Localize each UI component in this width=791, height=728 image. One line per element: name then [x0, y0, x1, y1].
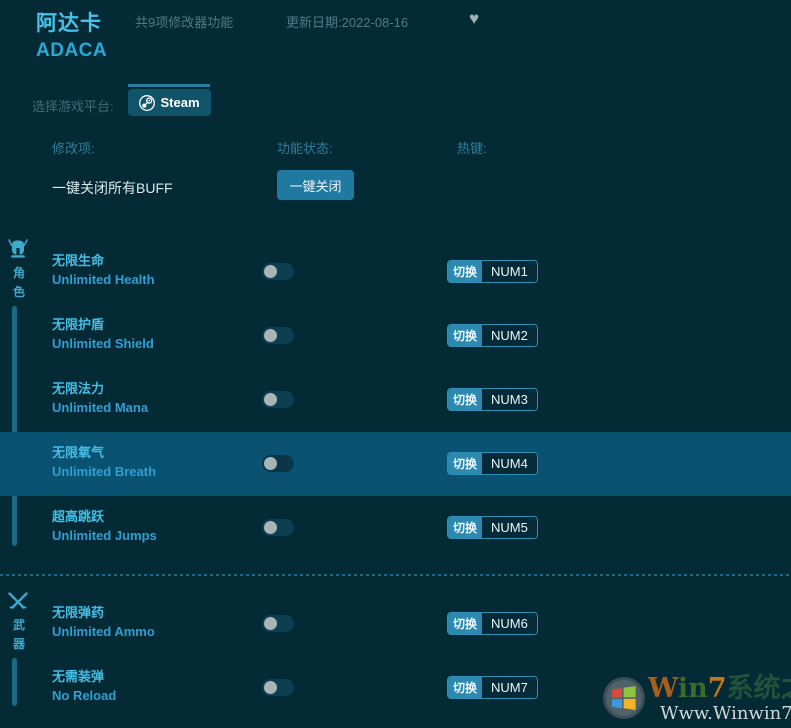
game-title-english: ADACA — [36, 40, 108, 61]
hotkey-key-label: NUM6 — [482, 613, 537, 634]
hotkey-key-label: NUM3 — [482, 389, 537, 410]
row-label-english: Unlimited Breath — [52, 464, 157, 479]
table-row[interactable]: 超高跳跃 Unlimited Jumps 切换 NUM5 — [0, 496, 791, 560]
toggle-knob — [264, 617, 277, 630]
row-labels: 无限护盾 Unlimited Shield — [52, 316, 154, 353]
hotkey-action-label: 切换 — [448, 325, 483, 346]
toggle-switch[interactable] — [262, 455, 294, 472]
row-label-english: Unlimited Jumps — [52, 528, 157, 543]
platform-steam-button[interactable]: Steam — [128, 89, 211, 116]
hotkey-key-label: NUM5 — [482, 517, 537, 538]
column-header-status: 功能状态: — [277, 141, 333, 156]
section-character: 角 色无限生命 Unlimited Health 切换 NUM1 无限护盾 Unlimit… — [0, 232, 791, 560]
hotkey-key-label: NUM2 — [482, 325, 537, 346]
hotkey-action-label: 切换 — [448, 453, 483, 474]
row-label-chinese: 无需装弹 — [52, 669, 105, 684]
hotkey-button[interactable]: 切换 NUM5 — [447, 516, 538, 539]
hotkey-button[interactable]: 切换 NUM2 — [447, 324, 538, 347]
table-row[interactable]: 无限法力 Unlimited Mana 切换 NUM3 — [0, 368, 791, 432]
row-label-chinese: 无限法力 — [52, 381, 105, 396]
platform-label: 选择游戏平台: — [32, 99, 114, 114]
toggle-knob — [264, 457, 277, 470]
watermark-brand-7: 7 — [707, 673, 727, 704]
hotkey-action-label: 切换 — [448, 517, 483, 538]
row-label-chinese: 无限氧气 — [52, 445, 105, 460]
modifier-app-window: 阿达卡 ADACA 共9项修改器功能 更新日期:2022-08-16 ♥ 选择游… — [0, 0, 791, 728]
feature-count-text: 共9项修改器功能 — [135, 15, 234, 30]
toggle-knob — [264, 521, 277, 534]
row-labels: 无限生命 Unlimited Health — [52, 252, 155, 289]
hotkey-key-label: NUM4 — [482, 453, 537, 474]
update-date-text: 更新日期:2022-08-16 — [286, 15, 409, 30]
row-label-chinese: 无限弹药 — [52, 605, 105, 620]
toggle-knob — [264, 265, 277, 278]
toggle-switch[interactable] — [262, 615, 294, 632]
onekey-disable-label: 一键关闭所有BUFF — [52, 180, 173, 196]
hotkey-button[interactable]: 切换 NUM4 — [447, 452, 538, 475]
hotkey-button[interactable]: 切换 NUM3 — [447, 388, 538, 411]
row-labels: 无限氧气 Unlimited Breath — [52, 444, 156, 481]
row-label-chinese: 无限护盾 — [52, 317, 105, 332]
heart-icon[interactable]: ♥ — [469, 10, 479, 27]
toggle-knob — [264, 681, 277, 694]
table-row[interactable]: 无限生命 Unlimited Health 切换 NUM1 — [0, 240, 791, 304]
toggle-switch[interactable] — [262, 679, 294, 696]
row-labels: 无需装弹 No Reload — [52, 668, 116, 705]
hotkey-action-label: 切换 — [448, 613, 483, 634]
hotkey-action-label: 切换 — [448, 261, 483, 282]
watermark-url: Www.Winwin7.com — [660, 703, 791, 724]
toggle-knob — [264, 329, 277, 342]
table-row[interactable]: 无限弹药 Unlimited Ammo 切换 NUM6 — [0, 592, 791, 656]
row-label-english: No Reload — [52, 688, 117, 703]
toggle-knob — [264, 393, 277, 406]
hotkey-button[interactable]: 切换 NUM7 — [447, 676, 538, 699]
app-header: 阿达卡 ADACA 共9项修改器功能 更新日期:2022-08-16 ♥ — [0, 0, 791, 87]
row-label-english: Unlimited Ammo — [52, 624, 155, 639]
onekey-disable-button[interactable]: 一键关闭 — [277, 170, 354, 200]
steam-icon — [139, 94, 156, 111]
windows-logo-icon — [602, 676, 646, 720]
watermark-brand-cn: 系统之家 — [726, 673, 791, 704]
table-row[interactable]: 无限氧气 Unlimited Breath 切换 NUM4 — [0, 432, 791, 496]
hotkey-button[interactable]: 切换 NUM1 — [447, 260, 538, 283]
title-underline — [128, 84, 210, 87]
hotkey-action-label: 切换 — [448, 389, 483, 410]
hotkey-key-label: NUM7 — [482, 677, 537, 698]
row-label-chinese: 超高跳跃 — [52, 509, 105, 524]
table-row[interactable]: 无限护盾 Unlimited Shield 切换 NUM2 — [0, 304, 791, 368]
row-label-english: Unlimited Mana — [52, 400, 149, 415]
hotkey-action-label: 切换 — [448, 677, 483, 698]
hotkey-key-label: NUM1 — [482, 261, 537, 282]
platform-steam-label: Steam — [160, 95, 200, 110]
row-labels: 超高跳跃 Unlimited Jumps — [52, 508, 157, 545]
watermark-brand-w: W — [648, 673, 678, 704]
toggle-switch[interactable] — [262, 519, 294, 536]
toggle-switch[interactable] — [262, 327, 294, 344]
toggle-switch[interactable] — [262, 391, 294, 408]
row-labels: 无限法力 Unlimited Mana — [52, 380, 148, 417]
game-title-chinese: 阿达卡 — [36, 12, 102, 35]
toggle-switch[interactable] — [262, 263, 294, 280]
hotkey-button[interactable]: 切换 NUM6 — [447, 612, 538, 635]
row-label-english: Unlimited Shield — [52, 336, 154, 351]
column-header-hotkey: 热键: — [457, 141, 487, 156]
row-label-chinese: 无限生命 — [52, 253, 105, 268]
column-header-modifier: 修改项: — [52, 141, 95, 156]
site-watermark: Win7系统之家 Www.Winwin7.com — [598, 668, 791, 728]
watermark-brand-in: in — [677, 673, 708, 704]
row-label-english: Unlimited Health — [52, 272, 155, 287]
section-separator — [0, 574, 791, 576]
row-labels: 无限弹药 Unlimited Ammo — [52, 604, 155, 641]
watermark-brand: Win7系统之家 — [648, 674, 791, 704]
